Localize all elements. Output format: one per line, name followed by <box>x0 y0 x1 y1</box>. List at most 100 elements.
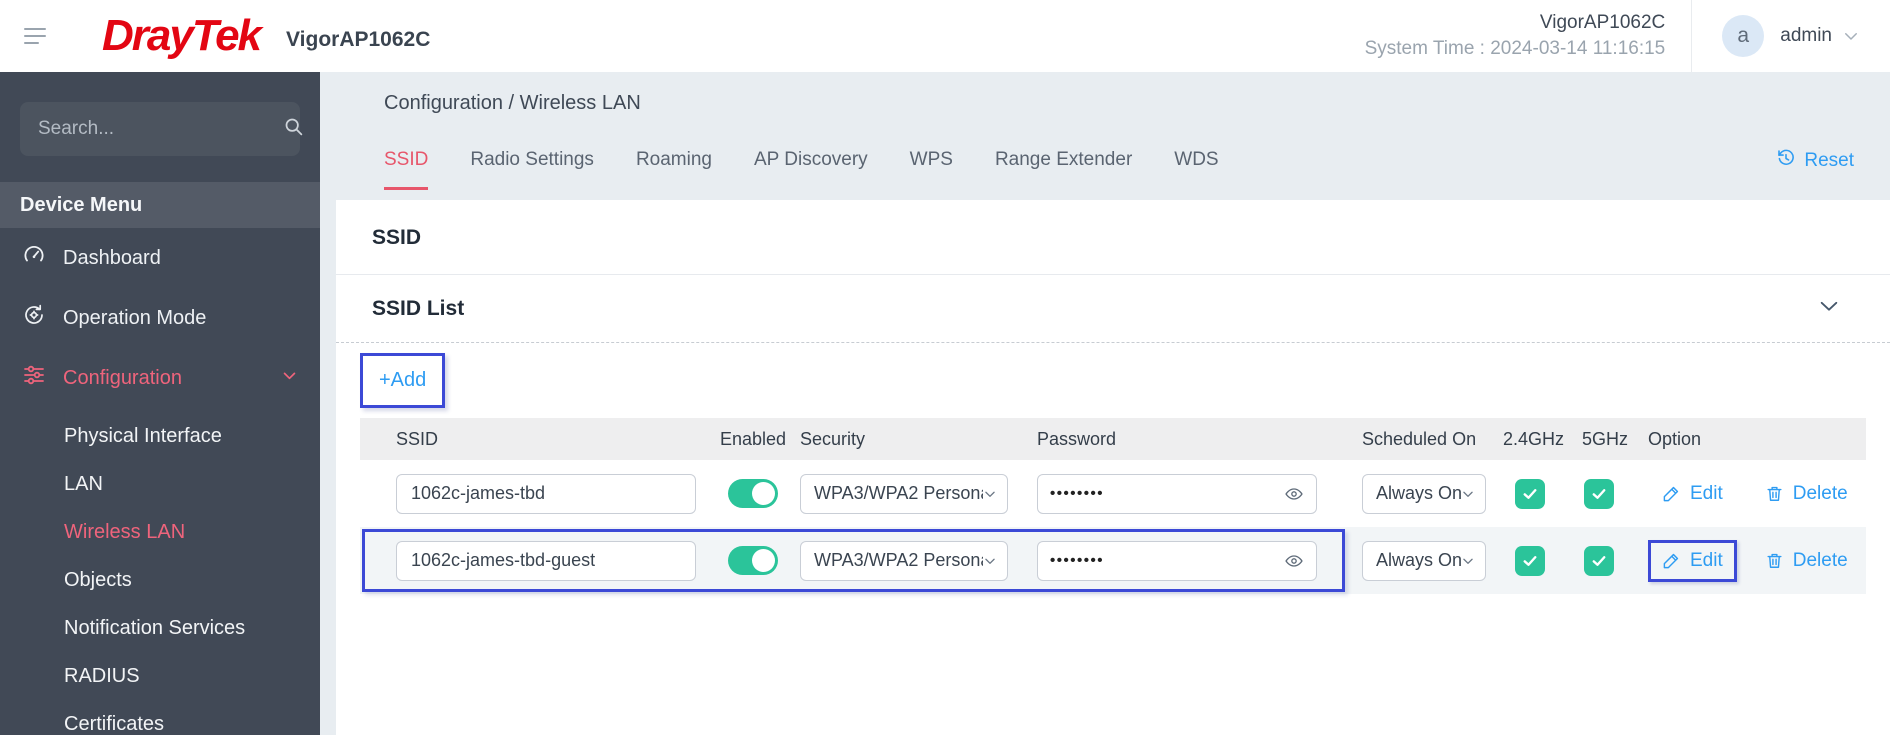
security-select[interactable]: WPA3/WPA2 Personal <box>800 473 1008 514</box>
search-icon[interactable] <box>283 116 304 142</box>
sidebar-section-title: Device Menu <box>0 182 320 228</box>
ssid-input[interactable] <box>396 473 696 514</box>
table-header-row: SSID Enabled Security Password Scheduled… <box>360 418 1866 460</box>
sub-item-label: Certificates <box>64 712 165 735</box>
brand-logo: DrayTek <box>102 11 262 60</box>
sidebar-item-physical-interface[interactable]: Physical Interface <box>0 412 320 460</box>
edit-button[interactable]: Edit <box>1662 550 1723 572</box>
avatar[interactable]: a <box>1722 15 1765 57</box>
search-input[interactable] <box>38 118 283 140</box>
hamburger-icon[interactable] <box>24 23 46 49</box>
reset-label: Reset <box>1804 150 1854 171</box>
edit-label: Edit <box>1690 482 1723 504</box>
search-box[interactable] <box>20 102 303 156</box>
operation-mode-icon <box>22 303 46 333</box>
check-icon <box>1592 488 1606 499</box>
sidebar-item-certificates[interactable]: Certificates <box>0 700 320 735</box>
sub-item-label: Notification Services <box>64 616 246 639</box>
band-2-4ghz-checkbox[interactable] <box>1515 478 1545 509</box>
tab-radio-settings[interactable]: Radio Settings <box>470 149 594 190</box>
sub-item-label: Physical Interface <box>64 424 222 447</box>
trash-icon <box>1767 553 1782 568</box>
security-select[interactable]: WPA3/WPA2 Personal <box>800 540 1008 581</box>
col-header-security: Security <box>800 428 866 449</box>
sidebar-item-configuration[interactable]: Configuration <box>0 348 320 408</box>
tab-roaming[interactable]: Roaming <box>636 149 712 190</box>
ssid-table: SSID Enabled Security Password Scheduled… <box>360 418 1866 594</box>
sub-item-label: Wireless LAN <box>64 520 186 543</box>
ssid-input[interactable] <box>396 540 696 581</box>
sliders-icon <box>22 363 46 393</box>
tab-ssid[interactable]: SSID <box>384 149 429 190</box>
chevron-down-icon <box>1463 558 1473 564</box>
check-icon <box>1523 555 1537 566</box>
username[interactable]: admin <box>1780 25 1832 47</box>
sub-item-label: RADIUS <box>64 664 140 687</box>
sidebar-item-objects[interactable]: Objects <box>0 556 320 604</box>
brand-part-1: Dray <box>102 11 194 60</box>
sidebar-item-label: Operation Mode <box>63 306 207 329</box>
col-header-5ghz: 5GHz <box>1582 428 1629 449</box>
sidebar-item-radius[interactable]: RADIUS <box>0 652 320 700</box>
configuration-submenu: Physical Interface LAN Wireless LAN Obje… <box>0 412 320 735</box>
model-name: VigorAP1062C <box>286 28 431 51</box>
add-button[interactable]: +Add <box>379 369 426 391</box>
col-header-2-4ghz: 2.4GHz <box>1503 428 1565 449</box>
band-2-4ghz-checkbox[interactable] <box>1515 545 1545 576</box>
tab-ap-discovery[interactable]: AP Discovery <box>754 149 868 190</box>
add-button-highlight-box: +Add <box>360 353 446 408</box>
system-time: System Time : 2024-03-14 11:16:15 <box>1364 38 1666 59</box>
sidebar-item-operation-mode[interactable]: Operation Mode <box>0 288 320 348</box>
password-masked: •••••••• <box>1050 485 1105 502</box>
delete-label: Delete <box>1792 482 1848 504</box>
col-header-enabled: Enabled <box>720 428 787 449</box>
tab-range-extender[interactable]: Range Extender <box>995 149 1132 190</box>
tab-wds[interactable]: WDS <box>1174 149 1218 190</box>
header-right: VigorAP1062C System Time : 2024-03-14 11… <box>1365 0 1890 72</box>
table-row: WPA3/WPA2 Personal •••••••• Always On <box>360 527 1866 594</box>
edit-button[interactable]: Edit <box>1662 483 1723 505</box>
brand-part-2: Tek <box>191 11 262 60</box>
delete-button[interactable]: Delete <box>1765 550 1848 572</box>
sidebar-item-notification-services[interactable]: Notification Services <box>0 604 320 652</box>
chevron-down-icon[interactable] <box>281 367 298 390</box>
scheduled-on-value: Always On <box>1376 483 1461 503</box>
chevron-down-icon <box>985 491 995 497</box>
col-header-scheduled-on: Scheduled On <box>1362 428 1477 449</box>
system-info: VigorAP1062C System Time : 2024-03-14 11… <box>1365 12 1666 60</box>
eye-icon[interactable] <box>1284 484 1304 504</box>
band-5ghz-checkbox[interactable] <box>1584 545 1614 576</box>
band-5ghz-checkbox[interactable] <box>1584 478 1614 509</box>
sidebar: Device Menu Dashboard Operation Mode Con… <box>0 72 320 735</box>
section-title: SSID <box>372 226 422 249</box>
scheduled-on-select[interactable]: Always On <box>1362 540 1486 581</box>
security-value: WPA3/WPA2 Personal <box>814 483 983 503</box>
scheduled-on-value: Always On <box>1376 550 1461 570</box>
sidebar-item-lan[interactable]: LAN <box>0 460 320 508</box>
security-value: WPA3/WPA2 Personal <box>814 550 983 570</box>
edit-button-highlight-box: Edit <box>1648 539 1737 582</box>
chevron-down-icon[interactable] <box>1818 295 1840 322</box>
scheduled-on-select[interactable]: Always On <box>1362 473 1486 514</box>
chevron-down-icon[interactable] <box>1842 27 1860 50</box>
chevron-down-icon <box>985 558 995 564</box>
enabled-toggle[interactable] <box>728 546 778 575</box>
col-header-password: Password <box>1037 428 1117 449</box>
chevron-down-icon <box>1463 491 1473 497</box>
sidebar-item-dashboard[interactable]: Dashboard <box>0 228 320 288</box>
tab-wps[interactable]: WPS <box>910 149 953 190</box>
tab-bar: SSID Radio Settings Roaming AP Discovery… <box>320 148 1890 190</box>
edit-label: Edit <box>1690 549 1723 571</box>
password-field[interactable]: •••••••• <box>1037 540 1317 581</box>
enabled-toggle[interactable] <box>728 479 778 508</box>
eye-icon[interactable] <box>1284 551 1304 571</box>
sub-item-label: LAN <box>64 472 103 495</box>
reset-button[interactable]: Reset <box>1776 148 1854 190</box>
delete-button[interactable]: Delete <box>1765 483 1848 505</box>
dashed-divider <box>336 342 1890 343</box>
password-field[interactable]: •••••••• <box>1037 473 1317 514</box>
sidebar-item-wireless-lan[interactable]: Wireless LAN <box>0 508 320 556</box>
gauge-icon <box>22 243 46 273</box>
reset-icon <box>1776 148 1796 174</box>
sidebar-item-label: Dashboard <box>63 246 161 269</box>
